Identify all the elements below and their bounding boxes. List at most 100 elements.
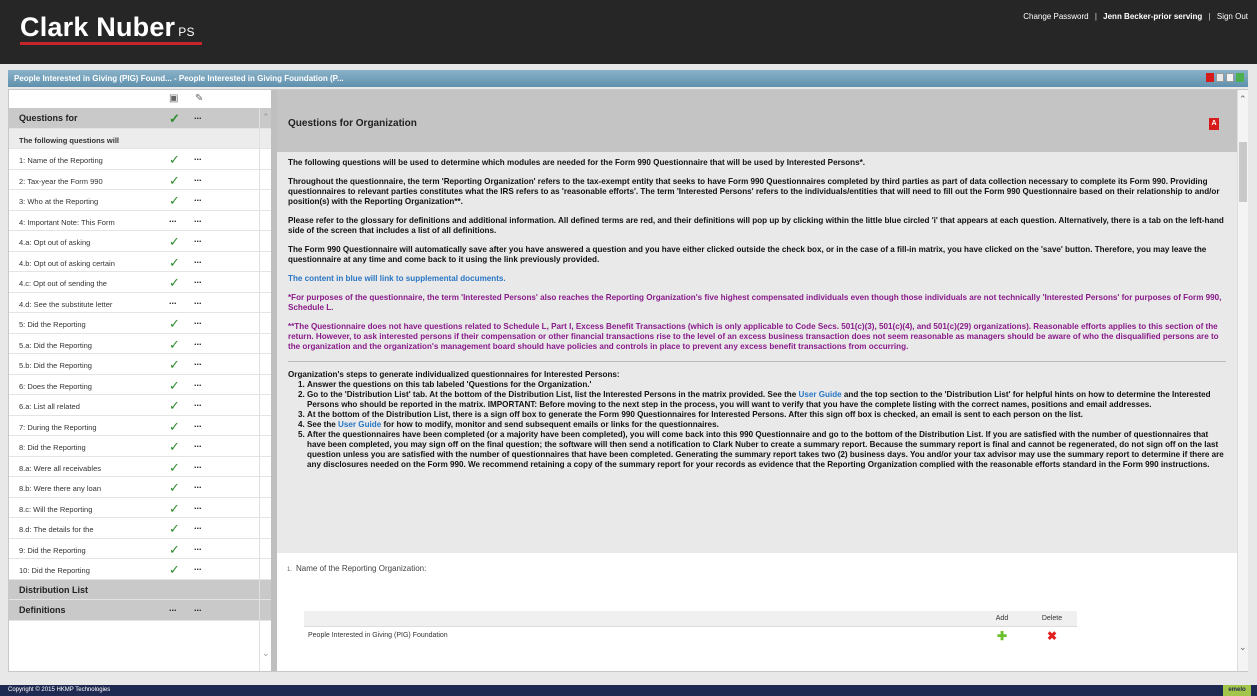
nav-section[interactable]: Distribution List bbox=[9, 579, 271, 600]
nav-item[interactable]: 10: Did the Reporting ✓... bbox=[9, 559, 271, 580]
nav-item-label: Questions for bbox=[19, 113, 78, 123]
more-icon[interactable]: ... bbox=[194, 255, 202, 265]
nav-item-label: 2: Tax-year the Form 990 bbox=[19, 176, 103, 186]
more-icon[interactable]: ... bbox=[194, 460, 202, 470]
nav-section[interactable]: Questions for ✓... bbox=[9, 108, 271, 129]
more-icon[interactable]: ... bbox=[194, 398, 202, 408]
section-header: Questions for Organization A bbox=[277, 90, 1237, 152]
nav-item[interactable]: 6.a: List all related ✓... bbox=[9, 395, 271, 416]
top-header: Clark Nuber PS Change Password | Jenn Bec… bbox=[0, 0, 1257, 64]
logo-underline bbox=[20, 42, 202, 45]
intro-para-blue: The content in blue will link to supplem… bbox=[288, 274, 506, 283]
step-item: Answer the questions on this tab labeled… bbox=[307, 380, 1226, 390]
nav-item[interactable]: 3: Who at the Reporting ✓... bbox=[9, 190, 271, 211]
more-icon[interactable]: ... bbox=[194, 521, 202, 531]
more-icon[interactable]: ... bbox=[194, 480, 202, 490]
more-icon[interactable]: ... bbox=[194, 316, 202, 326]
nav-item[interactable]: 8.d: The details for the ✓... bbox=[9, 518, 271, 539]
nav-item[interactable]: 7: During the Reporting ✓... bbox=[9, 416, 271, 436]
nav-item-label: 4.c: Opt out of sending the bbox=[19, 279, 107, 288]
nav-item-label: 5.a: Did the Reporting bbox=[19, 340, 92, 350]
nav-item[interactable]: 8.b: Were there any loan ✓... bbox=[9, 477, 271, 498]
nav-item[interactable]: 6: Does the Reporting ✓... bbox=[9, 375, 271, 395]
more-icon[interactable]: ... bbox=[194, 234, 202, 244]
table-row: People Interested in Giving (PIG) Founda… bbox=[304, 626, 1077, 645]
more-icon[interactable]: ... bbox=[194, 337, 202, 347]
scrollbar-thumb[interactable] bbox=[1239, 142, 1247, 202]
document-icon[interactable] bbox=[1226, 73, 1234, 82]
nav-item-label: 8.c: Will the Reporting bbox=[19, 504, 93, 514]
scroll-down-icon[interactable]: ⌄ bbox=[1239, 642, 1247, 653]
more-icon[interactable]: ... bbox=[194, 111, 202, 121]
nav-item[interactable]: 8.c: Will the Reporting ✓... bbox=[9, 498, 271, 518]
scroll-down-icon[interactable]: ⌄ bbox=[262, 648, 270, 659]
pencil-icon[interactable]: ✎ bbox=[195, 93, 203, 104]
nav-item[interactable]: 8.a: Were all receivables ✓... bbox=[9, 457, 271, 477]
more-icon[interactable]: ... bbox=[194, 275, 202, 285]
nav-item-label: 1: Name of the Reporting bbox=[19, 156, 103, 165]
more-icon[interactable]: ... bbox=[194, 152, 202, 162]
nav-item[interactable]: The following questions will bbox=[9, 128, 271, 149]
nav-item[interactable]: 5.a: Did the Reporting ✓... bbox=[9, 334, 271, 354]
organization-matrix: Add Delete People Interested in Giving (… bbox=[304, 611, 1077, 645]
nav-item[interactable]: 1: Name of the Reporting ✓... bbox=[9, 149, 271, 170]
nav-item[interactable]: 4.d: See the substitute letter...... bbox=[9, 293, 271, 313]
nav-item[interactable]: 9: Did the Reporting ✓... bbox=[9, 539, 271, 559]
section-title: Questions for Organization bbox=[288, 118, 417, 129]
intro-para-4: The Form 990 Questionnaire will automati… bbox=[288, 245, 1207, 264]
window-title: People Interested in Giving (PIG) Found.… bbox=[14, 74, 344, 83]
nav-item[interactable]: 2: Tax-year the Form 990 ✓... bbox=[9, 170, 271, 190]
complete-check-icon: ✓ bbox=[169, 500, 180, 516]
nav-item[interactable]: 4: Important Note: This Form...... bbox=[9, 211, 271, 231]
more-icon[interactable]: ... bbox=[194, 562, 202, 572]
more-icon[interactable]: ... bbox=[194, 603, 202, 613]
more-icon[interactable]: ... bbox=[194, 193, 202, 203]
more-icon[interactable]: ... bbox=[194, 214, 202, 224]
nav-scrollbar[interactable]: ⌃ ⌄ bbox=[259, 108, 271, 671]
complete-check-icon: ✓ bbox=[169, 316, 180, 331]
pdf-icon[interactable]: A bbox=[1209, 118, 1219, 130]
nav-item-label: 5: Did the Reporting bbox=[19, 320, 86, 329]
more-icon[interactable]: ... bbox=[194, 542, 202, 552]
scroll-up-icon[interactable]: ⌃ bbox=[1239, 94, 1247, 105]
nav-item-label: 6.a: List all related bbox=[19, 402, 80, 411]
email-icon[interactable] bbox=[1216, 73, 1224, 82]
nav-item-label: 4.d: See the substitute letter bbox=[19, 299, 113, 309]
more-icon[interactable]: ... bbox=[194, 378, 202, 388]
sign-out-link[interactable]: Sign Out bbox=[1217, 12, 1248, 21]
nav-item-label: 10: Did the Reporting bbox=[19, 566, 90, 575]
more-icon[interactable]: ... bbox=[194, 501, 202, 511]
scroll-up-icon[interactable]: ⌃ bbox=[262, 112, 270, 123]
back-arrow-icon[interactable] bbox=[1236, 73, 1244, 82]
more-icon[interactable]: ... bbox=[194, 173, 202, 183]
steps-title: Organization's steps to generate individ… bbox=[288, 370, 620, 379]
more-icon[interactable]: ... bbox=[194, 439, 202, 449]
organization-name-cell[interactable]: People Interested in Giving (PIG) Founda… bbox=[304, 626, 977, 645]
user-name-link[interactable]: Jenn Becker-prior serving bbox=[1103, 12, 1202, 21]
nav-item[interactable]: 8: Did the Reporting ✓... bbox=[9, 436, 271, 457]
more-icon[interactable]: ... bbox=[194, 357, 202, 367]
nav-item[interactable]: 4.c: Opt out of sending the ✓... bbox=[9, 272, 271, 293]
step-item: After the questionnaires have been compl… bbox=[307, 430, 1226, 470]
step-item: Go to the 'Distribution List' tab. At th… bbox=[307, 390, 1226, 410]
user-guide-link[interactable]: User Guide bbox=[798, 390, 841, 399]
nav-section[interactable]: Definitions...... bbox=[9, 600, 271, 621]
pdf-icon[interactable] bbox=[1206, 73, 1214, 82]
user-guide-link[interactable]: User Guide bbox=[338, 420, 381, 429]
nav-item-label: 6: Does the Reporting bbox=[19, 381, 92, 391]
divider bbox=[288, 361, 1226, 362]
delete-icon[interactable]: ✖ bbox=[1047, 629, 1057, 643]
content-scrollbar[interactable]: ⌃ ⌄ bbox=[1237, 90, 1248, 671]
nav-item[interactable]: 5: Did the Reporting ✓... bbox=[9, 313, 271, 334]
main-frame: ▣ ✎ Questions for ✓... The following quest… bbox=[8, 89, 1248, 672]
print-icon[interactable]: ▣ bbox=[169, 93, 178, 104]
change-password-link[interactable]: Change Password bbox=[1023, 12, 1088, 21]
nav-item[interactable]: 4.a: Opt out of asking ✓... bbox=[9, 231, 271, 252]
nav-item[interactable]: 4.b: Opt out of asking certain ✓... bbox=[9, 252, 271, 272]
nav-item[interactable]: 5.b: Did the Reporting ✓... bbox=[9, 354, 271, 375]
pending-icon: ... bbox=[169, 603, 177, 613]
add-icon[interactable]: ✚ bbox=[997, 629, 1007, 643]
more-icon[interactable]: ... bbox=[194, 296, 202, 306]
question-label: 1. Name of the Reporting Organization: bbox=[287, 564, 427, 573]
more-icon[interactable]: ... bbox=[194, 419, 202, 429]
